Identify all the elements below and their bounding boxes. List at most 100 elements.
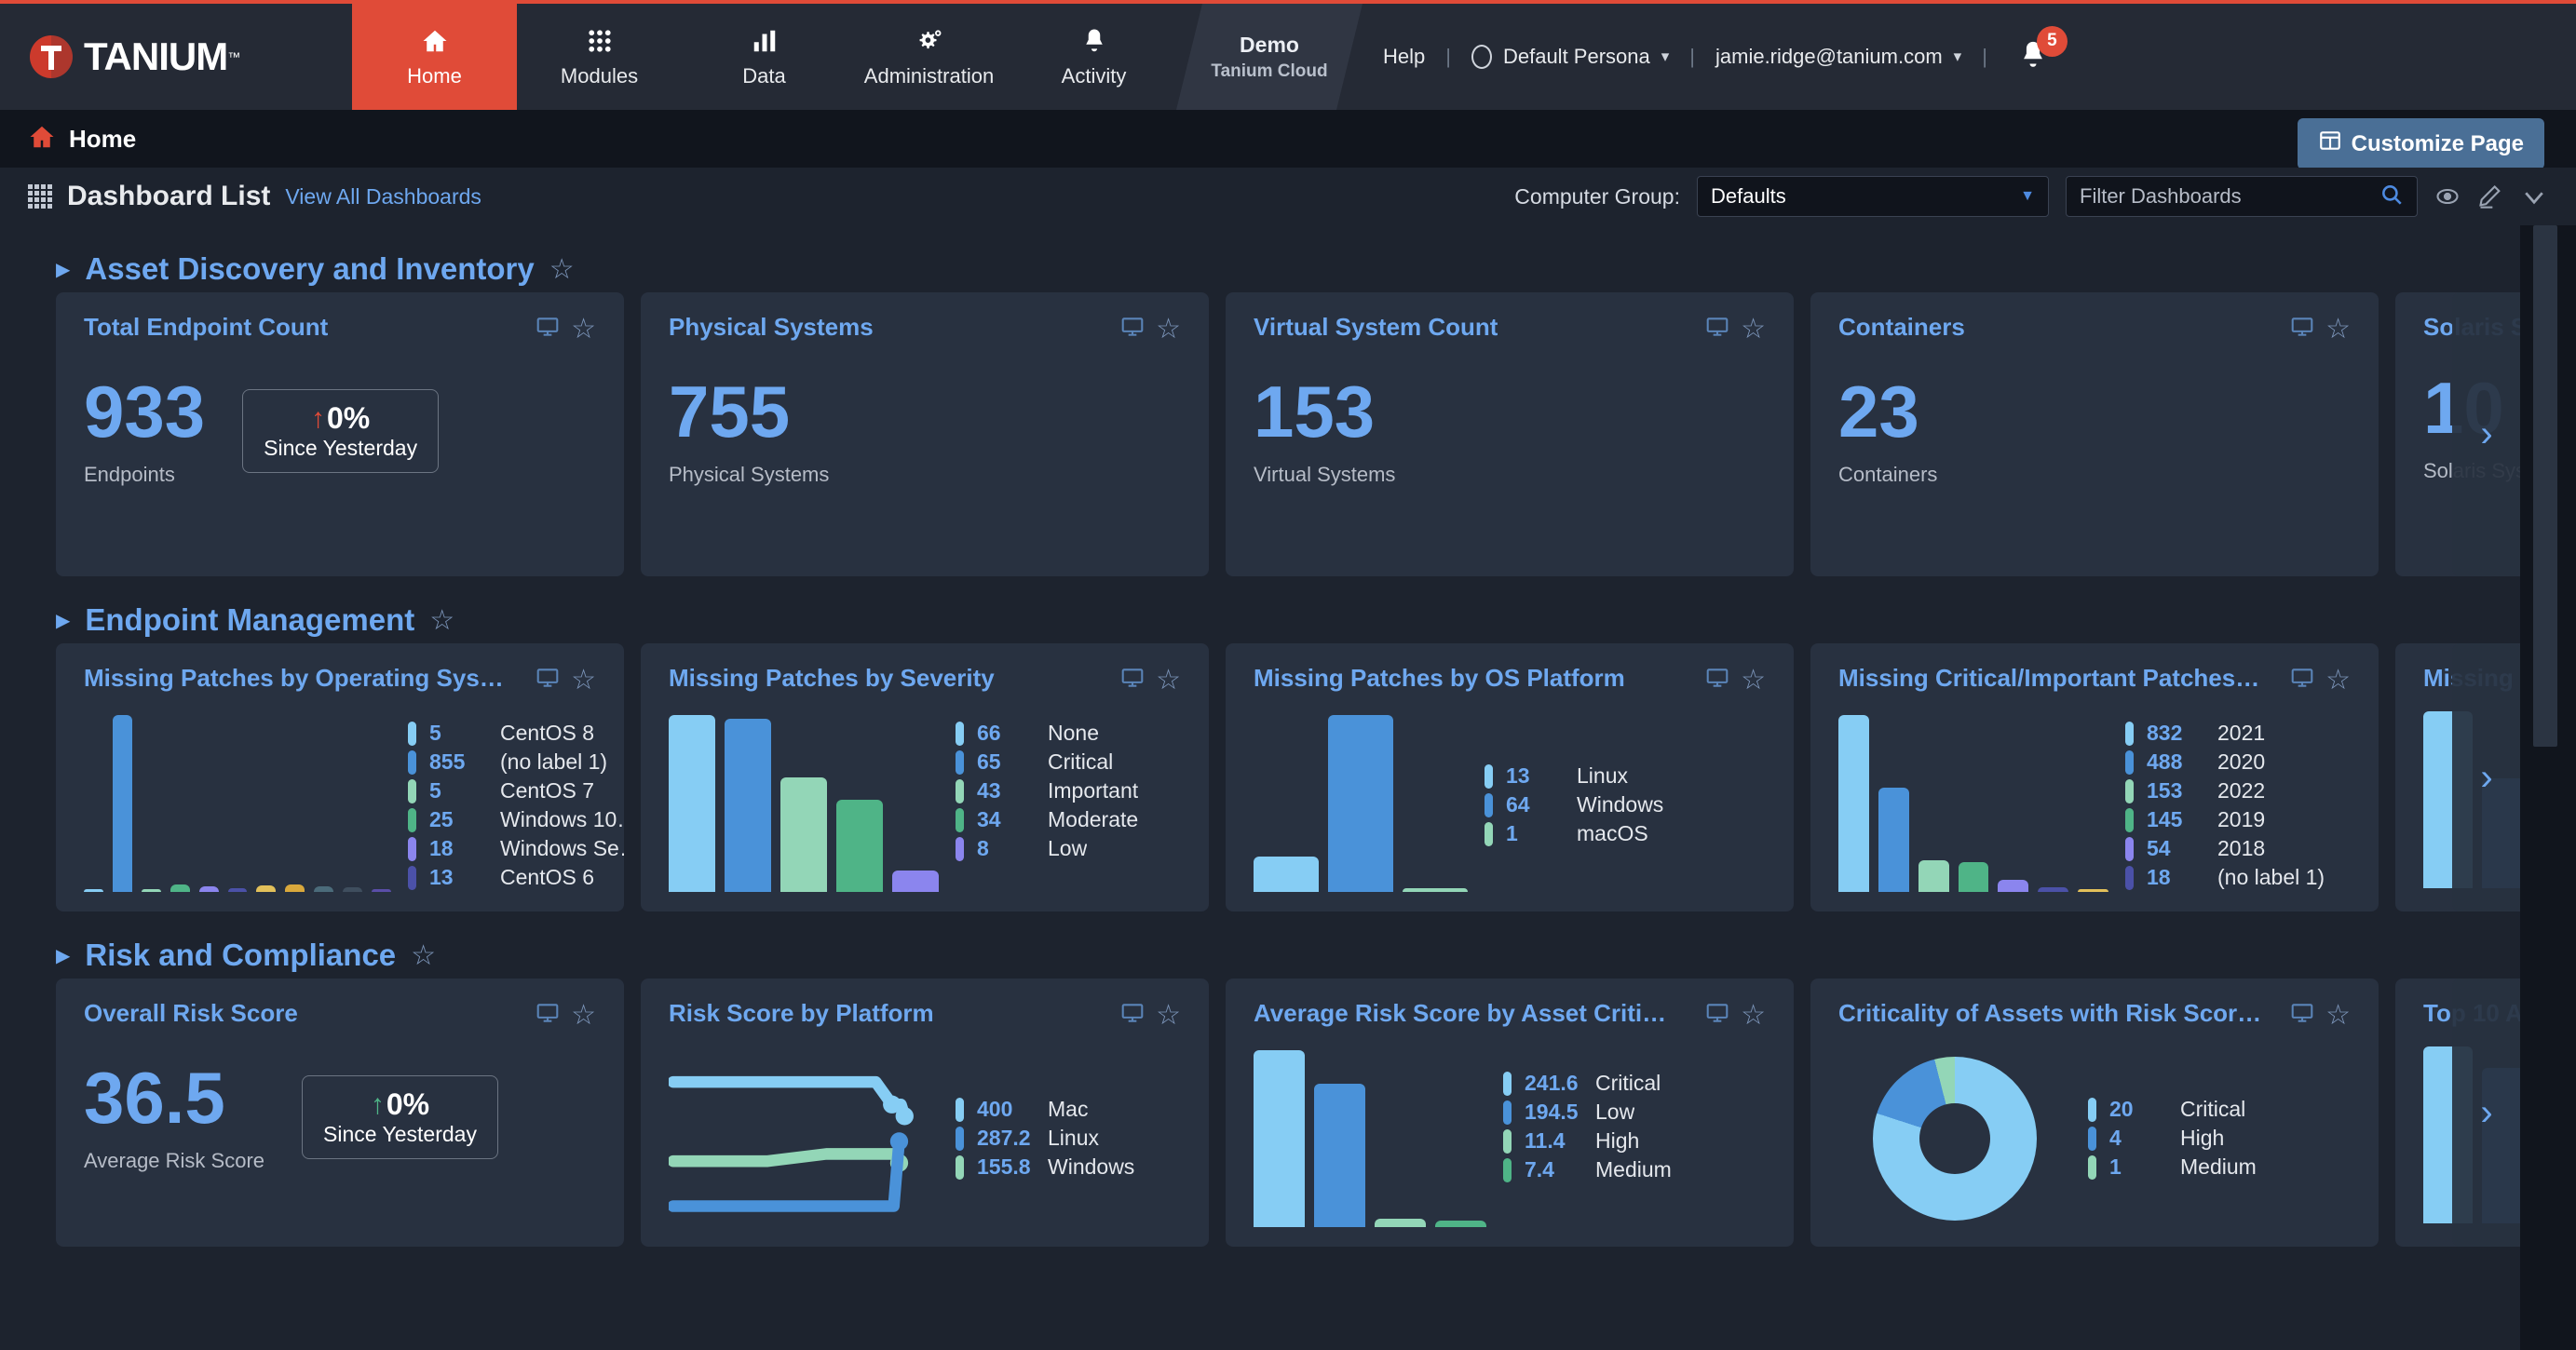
section-header-asset-discovery[interactable]: ▶ Asset Discovery and Inventory ☆	[0, 225, 2520, 292]
monitor-icon[interactable]	[536, 666, 560, 695]
scroll-right-button-row1[interactable]: ›	[2452, 292, 2520, 576]
nav-item-home[interactable]: Home	[352, 4, 517, 110]
scroll-right-button-row2[interactable]: ›	[2452, 643, 2520, 911]
monitor-icon[interactable]	[1120, 315, 1145, 344]
bar	[1375, 1218, 1426, 1227]
scrollbar-thumb[interactable]	[2533, 225, 2557, 747]
legend-swatch	[956, 807, 964, 832]
card-missing-patches-by-os-platform[interactable]: Missing Patches by OS Platform ☆ 13 Linux…	[1226, 643, 1794, 911]
favorite-star-icon[interactable]: ☆	[429, 604, 454, 637]
dashboard-content: ▶ Asset Discovery and Inventory ☆ Total …	[0, 225, 2520, 1350]
card-missing-critical-important-patches[interactable]: Missing Critical/Important Patches… ☆ 83…	[1810, 643, 2379, 911]
chevron-down-icon[interactable]	[2520, 182, 2548, 210]
favorite-star-icon[interactable]: ☆	[1156, 313, 1181, 345]
favorite-star-icon[interactable]: ☆	[2325, 313, 2351, 345]
section-header-risk-compliance[interactable]: ▶ Risk and Compliance ☆	[0, 911, 2520, 979]
tanium-logo-icon	[28, 34, 75, 80]
card-average-risk-score-by-asset-criticality[interactable]: Average Risk Score by Asset Criti… ☆ 241…	[1226, 979, 1794, 1247]
monitor-icon[interactable]	[536, 1001, 560, 1030]
legend-item: 64 Windows	[1485, 792, 1766, 817]
monitor-icon[interactable]	[2290, 315, 2314, 344]
monitor-icon[interactable]	[536, 315, 560, 344]
favorite-star-icon[interactable]: ☆	[1741, 313, 1766, 345]
filter-dashboards-input[interactable]	[2080, 184, 2359, 209]
monitor-icon[interactable]	[1705, 666, 1729, 695]
favorite-star-icon[interactable]: ☆	[2325, 999, 2351, 1032]
customize-page-button[interactable]: Customize Page	[2297, 118, 2544, 169]
user-account-menu[interactable]: jamie.ridge@tanium.com ▾	[1715, 45, 1961, 69]
card-physical-systems[interactable]: Physical Systems ☆ 755 Physical Systems	[641, 292, 1209, 576]
card-actions: ☆	[2290, 999, 2351, 1032]
section-title: Endpoint Management	[85, 602, 415, 637]
favorite-star-icon[interactable]: ☆	[1741, 999, 1766, 1032]
card-title: Virtual System Count	[1254, 313, 1498, 341]
card-total-endpoint-count[interactable]: Total Endpoint Count ☆ 933 Endpoints ↑ 0…	[56, 292, 624, 576]
bar	[1918, 859, 1949, 892]
card-missing-patches-by-os[interactable]: Missing Patches by Operating Sys… ☆ 5 Ce…	[56, 643, 624, 911]
help-link[interactable]: Help	[1383, 45, 1425, 69]
bar	[1328, 715, 1393, 892]
legend-label: CentOS 8	[500, 721, 594, 745]
legend-item: 18 Windows Se…	[408, 836, 624, 861]
legend-value: 18	[429, 836, 454, 860]
notifications-button[interactable]: 5	[2017, 25, 2068, 75]
nav-item-activity[interactable]: Activity	[1011, 4, 1176, 110]
legend-label: CentOS 7	[500, 778, 594, 803]
card-risk-score-by-platform[interactable]: Risk Score by Platform ☆ 400 Mac 287.2 L…	[641, 979, 1209, 1247]
favorite-star-icon[interactable]: ☆	[1156, 999, 1181, 1032]
legend-swatch	[1485, 821, 1493, 846]
legend-swatch	[2125, 865, 2134, 890]
legend-item: 241.6 Critical	[1503, 1071, 1766, 1096]
section-header-endpoint-management[interactable]: ▶ Endpoint Management ☆	[0, 576, 2520, 643]
legend-label: Medium	[2180, 1154, 2257, 1179]
expand-triangle-icon[interactable]: ▶	[56, 258, 70, 281]
trend-badge: ↑ 0% Since Yesterday	[302, 1075, 498, 1159]
computer-group-select[interactable]: Defaults ▼	[1697, 176, 2049, 217]
card-overall-risk-score[interactable]: Overall Risk Score ☆ 36.5 Average Risk S…	[56, 979, 624, 1247]
favorite-star-icon[interactable]: ☆	[571, 999, 596, 1032]
favorite-star-icon[interactable]: ☆	[1156, 664, 1181, 696]
card-criticality-of-assets-with-risk-scores[interactable]: Criticality of Assets with Risk Scor… ☆ …	[1810, 979, 2379, 1247]
card-title: Missing Patches by Operating Sys…	[84, 664, 504, 692]
favorite-star-icon[interactable]: ☆	[571, 664, 596, 696]
favorite-star-icon[interactable]: ☆	[549, 253, 575, 286]
nav-item-modules[interactable]: Modules	[517, 4, 682, 110]
card-virtual-system-count[interactable]: Virtual System Count ☆ 153 Virtual Syste…	[1226, 292, 1794, 576]
monitor-icon[interactable]	[2290, 666, 2314, 695]
monitor-icon[interactable]	[2290, 1001, 2314, 1030]
bar	[1998, 879, 2029, 892]
legend-label: Critical	[1048, 749, 1114, 774]
eye-icon[interactable]	[2434, 183, 2461, 209]
favorite-star-icon[interactable]: ☆	[411, 939, 436, 972]
monitor-icon[interactable]	[1120, 1001, 1145, 1030]
legend-item: 832 2021	[2125, 721, 2351, 746]
bar	[372, 889, 391, 892]
monitor-icon[interactable]	[1705, 315, 1729, 344]
filter-dashboards-box[interactable]	[2066, 176, 2418, 217]
kpi-unit: Containers	[1838, 463, 1938, 486]
tanium-logo[interactable]: TANIUM ™	[0, 4, 352, 110]
favorite-star-icon[interactable]: ☆	[1741, 664, 1766, 696]
environment-name: Demo	[1240, 32, 1299, 57]
monitor-icon[interactable]	[1120, 666, 1145, 695]
search-icon[interactable]	[2379, 182, 2404, 211]
persona-selector[interactable]: Default Persona ▾	[1471, 45, 1669, 69]
vertical-scrollbar[interactable]	[2520, 225, 2576, 1350]
legend-value: 13	[1506, 763, 1530, 788]
expand-triangle-icon[interactable]: ▶	[56, 609, 70, 632]
favorite-star-icon[interactable]: ☆	[2325, 664, 2351, 696]
nav-item-data[interactable]: Data	[682, 4, 847, 110]
grid-view-icon[interactable]	[28, 184, 52, 209]
scroll-right-button-row3[interactable]: ›	[2452, 979, 2520, 1247]
card-containers[interactable]: Containers ☆ 23 Containers	[1810, 292, 2379, 576]
nav-item-administration[interactable]: Administration	[847, 4, 1011, 110]
expand-triangle-icon[interactable]: ▶	[56, 944, 70, 967]
favorite-star-icon[interactable]: ☆	[571, 313, 596, 345]
kpi-row: 933 Endpoints ↑ 0% Since Yesterday	[84, 375, 596, 487]
pencil-icon[interactable]	[2477, 183, 2503, 209]
view-all-dashboards-link[interactable]: View All Dashboards	[285, 184, 481, 209]
trend-badge: ↑ 0% Since Yesterday	[242, 389, 440, 473]
monitor-icon[interactable]	[1705, 1001, 1729, 1030]
card-missing-patches-by-severity[interactable]: Missing Patches by Severity ☆ 66 None 65…	[641, 643, 1209, 911]
bar-chart	[1254, 1050, 1486, 1227]
